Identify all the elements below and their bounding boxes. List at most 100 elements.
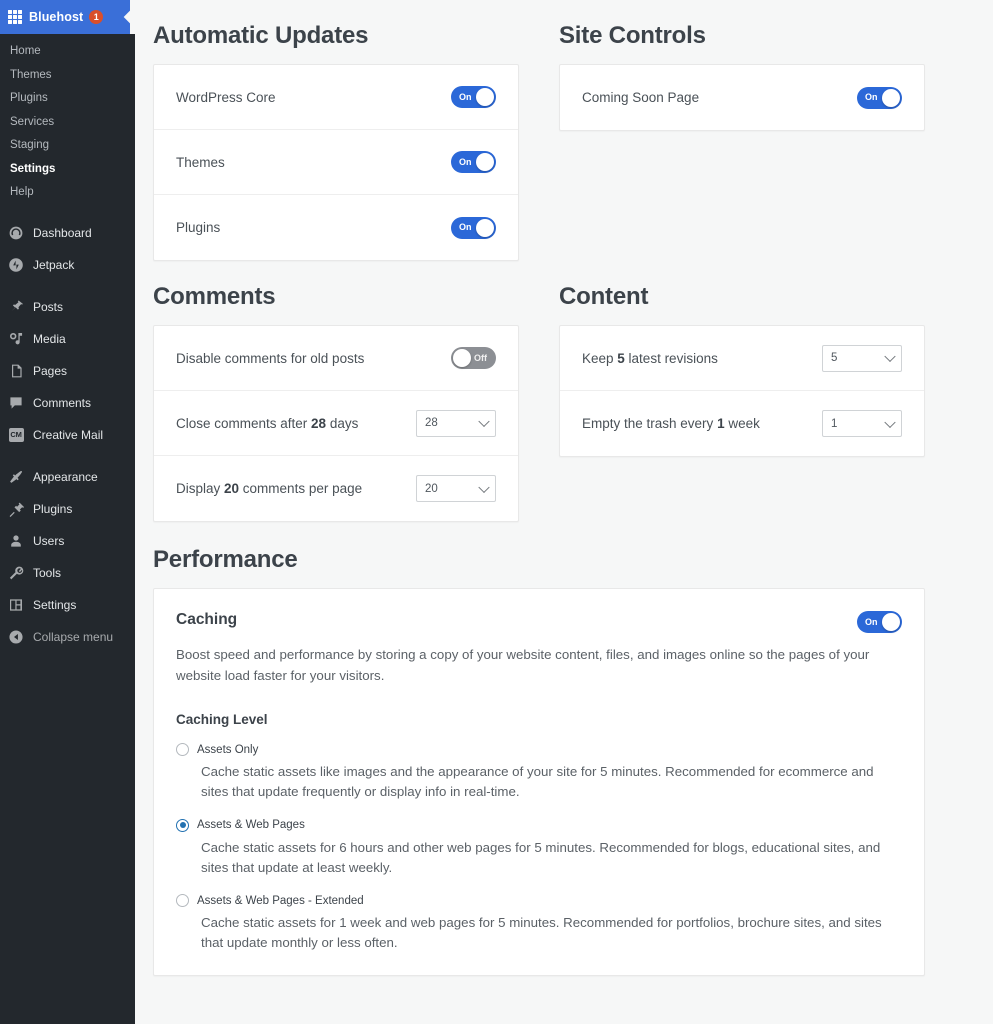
setting-row-close-comments-days: Close comments after 28 days 28 (154, 391, 518, 456)
label-text-pre: Close comments after (176, 415, 312, 431)
grid-icon (8, 10, 22, 24)
sidebar-item-services[interactable]: Services (0, 111, 135, 135)
toggle-knob (476, 218, 494, 237)
sidebar-item-settings[interactable]: Settings (0, 158, 135, 182)
toggle-state-label: Off (474, 352, 487, 363)
toggle-plugins[interactable]: On (451, 216, 496, 239)
user-icon (7, 532, 25, 550)
toggle-coming-soon-page[interactable]: On (857, 86, 902, 109)
menu-label: Plugins (33, 501, 73, 516)
sidebar-item-plugins[interactable]: Plugins (0, 87, 135, 111)
menu-item-collapse-menu[interactable]: Collapse menu (0, 621, 135, 653)
label-value: 5 (617, 350, 625, 366)
sidebar-item-staging[interactable]: Staging (0, 134, 135, 158)
media-icon (7, 330, 25, 348)
select-latest-revisions[interactable]: 5 (822, 344, 902, 372)
menu-label: Settings (33, 597, 77, 612)
select-value: 1 (831, 417, 838, 430)
radio-assets-and-web-pages-extended[interactable] (176, 894, 189, 908)
select-comments-per-page[interactable]: 20 (416, 475, 496, 502)
radio-line[interactable]: Assets Only (176, 743, 902, 757)
caching-option-assets-web-pages: Assets & Web Pages Cache static assets f… (176, 818, 902, 878)
menu-item-appearance[interactable]: Appearance (0, 461, 135, 493)
admin-sidebar: Bluehost 1 Home Themes Plugins Services … (0, 0, 135, 1024)
section-title-performance: Performance (153, 546, 298, 573)
radio-line[interactable]: Assets & Web Pages - Extended (176, 894, 902, 908)
toggle-caching[interactable]: On (857, 611, 902, 633)
select-empty-trash[interactable]: 1 (822, 410, 902, 437)
site-controls-section: Site Controls Coming Soon Page On (559, 0, 925, 261)
toggle-state-label: On (865, 92, 878, 102)
setting-row-comments-per-page: Display 20 comments per page 20 (154, 456, 518, 521)
toggle-themes[interactable]: On (451, 151, 496, 173)
setting-label: Plugins (176, 220, 221, 235)
caching-option-assets-only: Assets Only Cache static assets like ima… (176, 743, 902, 802)
menu-label: Posts (33, 299, 64, 314)
menu-item-media[interactable]: Media (0, 323, 135, 355)
caching-card: Caching On Boost speed and performance b… (153, 588, 925, 977)
bluehost-submenu: Home Themes Plugins Services Staging Set… (0, 34, 135, 213)
toggle-knob (882, 613, 900, 631)
setting-row-wordpress-core: WordPress Core On (154, 65, 518, 130)
comments-section: Comments Disable comments for old posts … (153, 261, 519, 522)
bluehost-brand-bar[interactable]: Bluehost 1 (0, 0, 135, 34)
menu-label: Comments (33, 395, 92, 410)
toggle-wordpress-core[interactable]: On (451, 86, 496, 108)
setting-label: Close comments after 28 days (176, 416, 358, 431)
paintbrush-icon (7, 468, 25, 486)
menu-label: Appearance (33, 469, 98, 484)
automatic-updates-card: WordPress Core On Themes On Plugins On (153, 64, 519, 261)
menu-label: Jetpack (33, 257, 75, 272)
radio-label: Assets & Web Pages - Extended (197, 894, 364, 907)
menu-label: Creative Mail (33, 427, 104, 442)
setting-label: Themes (176, 154, 225, 170)
pin-icon (7, 298, 25, 316)
section-title-automatic-updates: Automatic Updates (153, 22, 369, 49)
toggle-state-label: On (459, 91, 472, 102)
menu-item-pages[interactable]: Pages (0, 355, 135, 387)
sidebar-item-themes[interactable]: Themes (0, 64, 135, 88)
menu-label: Tools (33, 565, 62, 580)
menu-item-creative-mail[interactable]: CM Creative Mail (0, 419, 135, 451)
jetpack-icon (7, 256, 25, 274)
settings-content: Automatic Updates WordPress Core On Them… (135, 0, 993, 1024)
label-value: 20 (224, 481, 240, 496)
site-controls-card: Coming Soon Page On (559, 64, 925, 131)
setting-row-latest-revisions: Keep 5 latest revisions 5 (560, 326, 924, 391)
section-title-site-controls: Site Controls (559, 22, 706, 49)
menu-item-users[interactable]: Users (0, 525, 135, 557)
menu-label: Dashboard (33, 225, 92, 240)
menu-item-posts[interactable]: Posts (0, 291, 135, 323)
label-text-pre: Keep (582, 350, 618, 366)
menu-item-jetpack[interactable]: Jetpack (0, 249, 135, 281)
select-value: 20 (425, 482, 438, 495)
label-text-post: latest revisions (624, 350, 718, 366)
setting-label: WordPress Core (176, 89, 276, 105)
menu-item-comments[interactable]: Comments (0, 387, 135, 419)
select-value: 28 (425, 417, 438, 429)
chevron-down-icon (884, 350, 896, 363)
menu-item-tools[interactable]: Tools (0, 557, 135, 589)
label-text-post: comments per page (239, 481, 363, 496)
radio-assets-and-web-pages[interactable] (176, 818, 189, 832)
sidebar-item-home[interactable]: Home (0, 40, 135, 64)
caching-description: Boost speed and performance by storing a… (176, 647, 870, 683)
sidebar-item-help[interactable]: Help (0, 181, 135, 205)
menu-item-dashboard[interactable]: Dashboard (0, 217, 135, 249)
label-value: 28 (311, 415, 327, 431)
label-text-post: week (724, 416, 760, 431)
setting-label: Empty the trash every 1 week (582, 416, 760, 431)
menu-item-plugins[interactable]: Plugins (0, 493, 135, 525)
radio-description: Cache static assets for 1 week and web p… (201, 915, 882, 951)
menu-separator (0, 281, 135, 291)
toggle-disable-old-comments[interactable]: Off (451, 347, 496, 369)
setting-row-coming-soon-page: Coming Soon Page On (560, 65, 924, 130)
toggle-state-label: On (459, 156, 472, 167)
radio-assets-only[interactable] (176, 743, 189, 757)
label-text-pre: Empty the trash every (582, 416, 718, 431)
radio-label: Assets Only (197, 743, 259, 756)
comments-card: Disable comments for old posts Off Close… (153, 325, 519, 522)
radio-line[interactable]: Assets & Web Pages (176, 818, 902, 832)
select-close-comments-days[interactable]: 28 (416, 409, 496, 437)
menu-item-settings[interactable]: Settings (0, 589, 135, 621)
